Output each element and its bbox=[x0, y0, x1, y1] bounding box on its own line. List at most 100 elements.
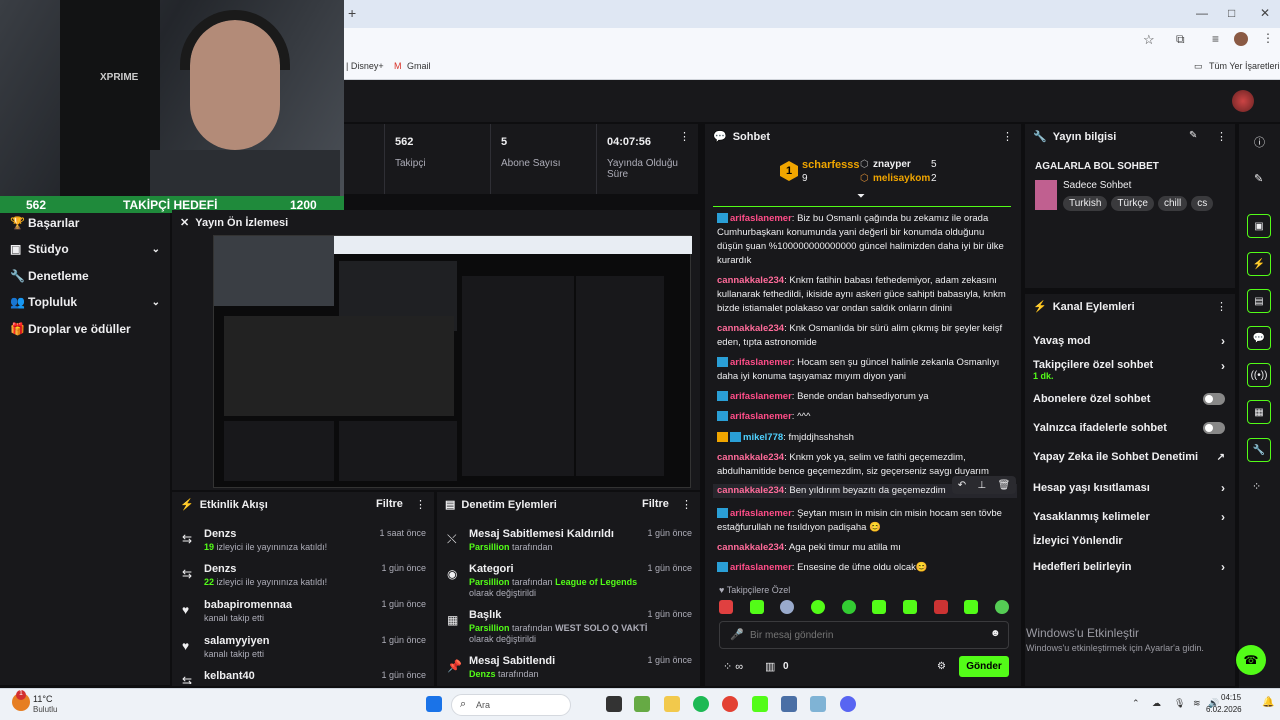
explorer-icon[interactable] bbox=[664, 696, 680, 712]
start-icon[interactable] bbox=[426, 696, 442, 712]
trash-icon[interactable]: 🗑 bbox=[998, 480, 1011, 491]
tag[interactable]: chill bbox=[1157, 196, 1188, 211]
emote-icon[interactable] bbox=[872, 600, 887, 614]
chat-user[interactable]: cannakkale234 bbox=[717, 452, 784, 463]
stream-info-more-icon[interactable]: ⋮ bbox=[1216, 130, 1227, 143]
clock-time[interactable]: 04:15 bbox=[1221, 693, 1241, 702]
taskview-icon[interactable] bbox=[606, 696, 622, 712]
chat-user[interactable]: arifaslanemer bbox=[730, 213, 792, 224]
emote-icon[interactable] bbox=[749, 600, 764, 614]
settings-app-icon[interactable] bbox=[810, 696, 826, 712]
edit-icon[interactable]: ✎ bbox=[1189, 130, 1197, 141]
moderation-more-icon[interactable]: ⋮ bbox=[681, 498, 692, 511]
chat-user[interactable]: mikel778 bbox=[743, 432, 783, 443]
chat-input-box[interactable]: 🎤 ☻ bbox=[719, 621, 1009, 649]
emoji-icon[interactable]: ☻ bbox=[990, 628, 1001, 639]
sidebar-item-achievements[interactable]: 🏆 Başarılar bbox=[10, 213, 160, 233]
bookmark-disney[interactable]: | Disney+ bbox=[346, 61, 384, 71]
emote-icon[interactable] bbox=[719, 600, 733, 614]
spotify-icon[interactable] bbox=[693, 696, 709, 712]
infinity-icon[interactable]: ⁘ ∞ bbox=[723, 660, 743, 673]
chat-user[interactable]: cannakkale234 bbox=[717, 542, 784, 553]
sidebar-item-moderation[interactable]: 🔧 Denetleme bbox=[10, 266, 160, 286]
chat-user[interactable]: arifaslanemer bbox=[730, 411, 792, 422]
bookmarks-folder[interactable]: Tüm Yer İşaretleri bbox=[1209, 61, 1280, 71]
kick-icon[interactable] bbox=[752, 696, 768, 712]
action-goals[interactable]: Hedefleri belirleyin › bbox=[1033, 560, 1225, 574]
media-icon[interactable]: ≡ bbox=[1212, 32, 1219, 46]
send-button[interactable]: Gönder bbox=[959, 656, 1009, 677]
emote-icon[interactable] bbox=[902, 600, 917, 614]
broadcast-icon[interactable]: ((•)) bbox=[1247, 363, 1271, 387]
leader-name[interactable]: melisaykom bbox=[873, 173, 930, 184]
action-raid[interactable]: İzleyici Yönlendir bbox=[1033, 535, 1225, 547]
close-icon[interactable]: ✕ bbox=[180, 216, 189, 229]
bookmark-gmail[interactable]: Gmail bbox=[407, 61, 431, 71]
preview-video[interactable] bbox=[213, 235, 692, 488]
reply-icon[interactable]: ↶ bbox=[958, 480, 966, 491]
copilot-icon[interactable] bbox=[634, 696, 650, 712]
moderation-icon[interactable]: ▦ bbox=[1247, 400, 1271, 424]
discord-icon[interactable] bbox=[840, 696, 856, 712]
user-avatar[interactable] bbox=[1232, 90, 1254, 112]
action-banned-words[interactable]: Yasaklanmış kelimeler › bbox=[1033, 510, 1225, 524]
emote-icon[interactable] bbox=[780, 600, 795, 614]
toggle-switch[interactable] bbox=[1203, 422, 1225, 434]
sidebar-item-drops[interactable]: 🎁 Droplar ve ödüller bbox=[10, 319, 160, 339]
tag[interactable]: Turkish bbox=[1063, 196, 1108, 211]
activity-filter-button[interactable]: Filtre bbox=[376, 498, 403, 510]
action-ai-moderation[interactable]: Yapay Zeka ile Sohbet Denetimi ↗ bbox=[1033, 451, 1225, 463]
action-account-age[interactable]: Hesap yaşı kısıtlaması › bbox=[1033, 481, 1225, 495]
clip-icon[interactable]: ▣ bbox=[1247, 214, 1271, 238]
chat-user[interactable]: arifaslanemer bbox=[730, 357, 792, 368]
emote-icon[interactable] bbox=[994, 600, 1009, 614]
chrome-icon[interactable] bbox=[722, 696, 738, 712]
pin-icon[interactable]: ⊥ bbox=[977, 480, 986, 491]
mic-icon[interactable]: 🎤 bbox=[730, 628, 744, 641]
menu-icon[interactable]: ⋮ bbox=[1262, 31, 1274, 45]
tag[interactable]: Türkçe bbox=[1111, 196, 1154, 211]
bell-icon[interactable]: 🔔 bbox=[1262, 697, 1274, 708]
wifi-icon[interactable]: ≋ bbox=[1193, 698, 1201, 709]
action-followers-only[interactable]: Takipçilere özel sohbet 1 dk. › bbox=[1033, 359, 1225, 383]
notes-icon[interactable] bbox=[781, 696, 797, 712]
chat-more-icon[interactable]: ⋮ bbox=[1002, 130, 1013, 143]
channel-actions-more-icon[interactable]: ⋮ bbox=[1216, 300, 1227, 313]
chat-user[interactable]: arifaslanemer bbox=[730, 391, 792, 402]
sidebar-item-studio[interactable]: ▣ Stüdyo ⌄ bbox=[10, 239, 160, 259]
bolt-icon[interactable]: ⚡ bbox=[1247, 252, 1271, 276]
wrench-icon[interactable]: 🔧 bbox=[1247, 438, 1271, 462]
activity-more-icon[interactable]: ⋮ bbox=[415, 498, 426, 511]
leader-name[interactable]: scharfesss bbox=[802, 159, 860, 171]
emote-icon[interactable] bbox=[810, 600, 825, 614]
profile-avatar[interactable] bbox=[1234, 32, 1248, 46]
minimize-button[interactable]: — bbox=[1196, 6, 1208, 20]
toggle-switch[interactable] bbox=[1203, 393, 1225, 405]
tag[interactable]: cs bbox=[1191, 196, 1214, 211]
chat-user[interactable]: arifaslanemer bbox=[730, 508, 792, 519]
stream-category[interactable]: Sadece Sohbet bbox=[1063, 180, 1131, 191]
extensions-icon[interactable]: ⧉ bbox=[1176, 32, 1185, 47]
chat-bubble-icon[interactable]: 💬 bbox=[1247, 326, 1271, 350]
document-icon[interactable]: ▤ bbox=[1247, 289, 1271, 313]
leader-name[interactable]: znayper bbox=[873, 159, 911, 170]
settings-icon[interactable]: ⚙ bbox=[937, 661, 946, 672]
community-icon[interactable]: ⁘ bbox=[1252, 480, 1261, 493]
chat-user[interactable]: cannakkale234 bbox=[717, 485, 784, 496]
chat-user[interactable]: cannakkale234 bbox=[717, 323, 784, 334]
action-subs-only[interactable]: Abonelere özel sohbet bbox=[1033, 393, 1225, 405]
maximize-button[interactable]: □ bbox=[1228, 6, 1235, 20]
collapse-icon[interactable]: ⏷ bbox=[857, 191, 865, 202]
cloud-icon[interactable]: ☁ bbox=[1152, 698, 1161, 709]
moderation-filter-button[interactable]: Filtre bbox=[642, 498, 669, 510]
info-icon[interactable]: ⓘ bbox=[1254, 134, 1265, 150]
mic-icon[interactable]: 🎙 bbox=[1174, 698, 1185, 709]
support-icon[interactable]: ☎ bbox=[1236, 645, 1266, 675]
chat-user[interactable]: cannakkale234 bbox=[717, 275, 784, 286]
sidebar-item-community[interactable]: 👥 Topluluk ⌄ bbox=[10, 292, 160, 312]
star-icon[interactable]: ☆ bbox=[1143, 32, 1155, 48]
close-window-button[interactable]: ✕ bbox=[1260, 6, 1270, 20]
chat-input[interactable] bbox=[750, 627, 980, 643]
chat-user[interactable]: arifaslanemer bbox=[730, 562, 792, 573]
emote-icon[interactable] bbox=[841, 600, 856, 614]
